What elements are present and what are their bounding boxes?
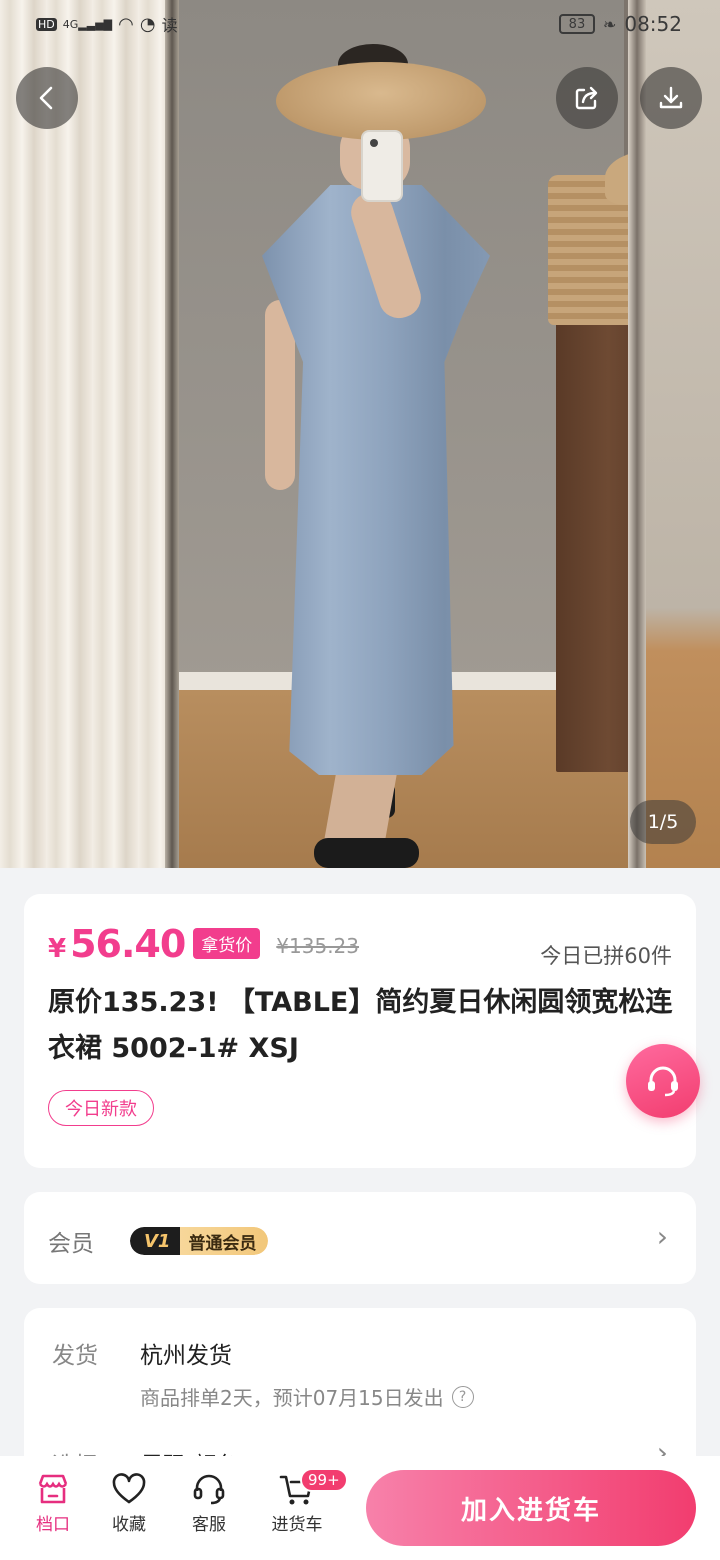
price: 56.40 (70, 922, 186, 966)
share-button[interactable] (556, 67, 618, 129)
headset-icon (193, 1474, 225, 1505)
product-info-card: ¥ 56.40 拿货价 ¥135.23 今日已拼60件 原价135.23! 【T… (24, 894, 696, 1168)
shipping-origin: 杭州发货 (140, 1343, 232, 1369)
member-level-name: 普通会员 (180, 1227, 269, 1255)
reader-icon: 读 (161, 16, 178, 35)
signal-icon: 4G▂▃▅▇ (62, 17, 113, 31)
hd-icon: HD (36, 17, 57, 31)
store-icon (38, 1474, 68, 1504)
cart-count-badge: 99+ (300, 1468, 348, 1492)
wholesale-price-tag: 拿货价 (193, 928, 261, 959)
wifi-icon: ◠ (118, 13, 134, 35)
status-bar: HD 4G▂▃▅▇ ◠ ◔ 读 83 ❧ 08:52 (0, 0, 720, 50)
shipping-label: 发货 (52, 1343, 98, 1369)
product-title: 原价135.23! 【TABLE】简约夏日休闲圆领宽松连衣裙 5002-1# X… (48, 987, 673, 1064)
new-today-tag: 今日新款 (48, 1090, 154, 1126)
share-icon (575, 86, 598, 110)
leaf-icon: ❧ (602, 14, 617, 34)
nav-favorites[interactable]: 收藏 (94, 1470, 164, 1535)
vip-level-mark: V1 (130, 1227, 181, 1255)
nav-customer-service[interactable]: 客服 (174, 1470, 244, 1535)
help-icon[interactable]: ? (451, 1385, 474, 1408)
bottom-action-bar: 档口 收藏 客服 99+ 进货车 加入进货车 (0, 1456, 720, 1560)
nav-store[interactable]: 档口 (18, 1470, 88, 1535)
back-button[interactable] (16, 67, 78, 129)
price-row: ¥ 56.40 拿货价 ¥135.23 (48, 922, 359, 966)
member-label: 会员 (48, 1231, 94, 1257)
chevron-left-icon (39, 86, 53, 110)
heart-icon (112, 1473, 146, 1504)
chevron-right-icon: › (656, 1220, 668, 1253)
battery-icon: 83 (558, 14, 595, 34)
product-detail-page: HD 4G▂▃▅▇ ◠ ◔ 读 83 ❧ 08:52 1/5 ¥ 56.40 拿… (0, 0, 720, 1560)
add-to-cart-button[interactable]: 加入进货车 (366, 1470, 696, 1546)
headset-icon (648, 1066, 678, 1097)
shipping-card: 发货 杭州发货 商品排单2天，预计07月15日发出 ? 选择 尺码 颜色 › (24, 1308, 696, 1479)
nav-cart[interactable]: 99+ 进货车 (262, 1468, 348, 1535)
download-icon (659, 86, 683, 109)
image-counter: 1/5 (630, 800, 696, 844)
original-price: ¥135.23 (276, 934, 360, 958)
member-level-badge: V1 普通会员 (130, 1227, 269, 1255)
download-button[interactable] (640, 67, 702, 129)
shipping-note: 商品排单2天，预计07月15日发出 ? (140, 1382, 474, 1411)
alarm-icon: ◔ (139, 13, 156, 35)
sold-today: 今日已拼60件 (540, 944, 672, 968)
product-photo[interactable] (0, 0, 720, 868)
customer-service-fab[interactable] (626, 1044, 700, 1118)
member-row[interactable]: 会员 V1 普通会员 › (24, 1192, 696, 1284)
clock: 08:52 (624, 12, 682, 36)
currency-symbol: ¥ (48, 934, 67, 964)
